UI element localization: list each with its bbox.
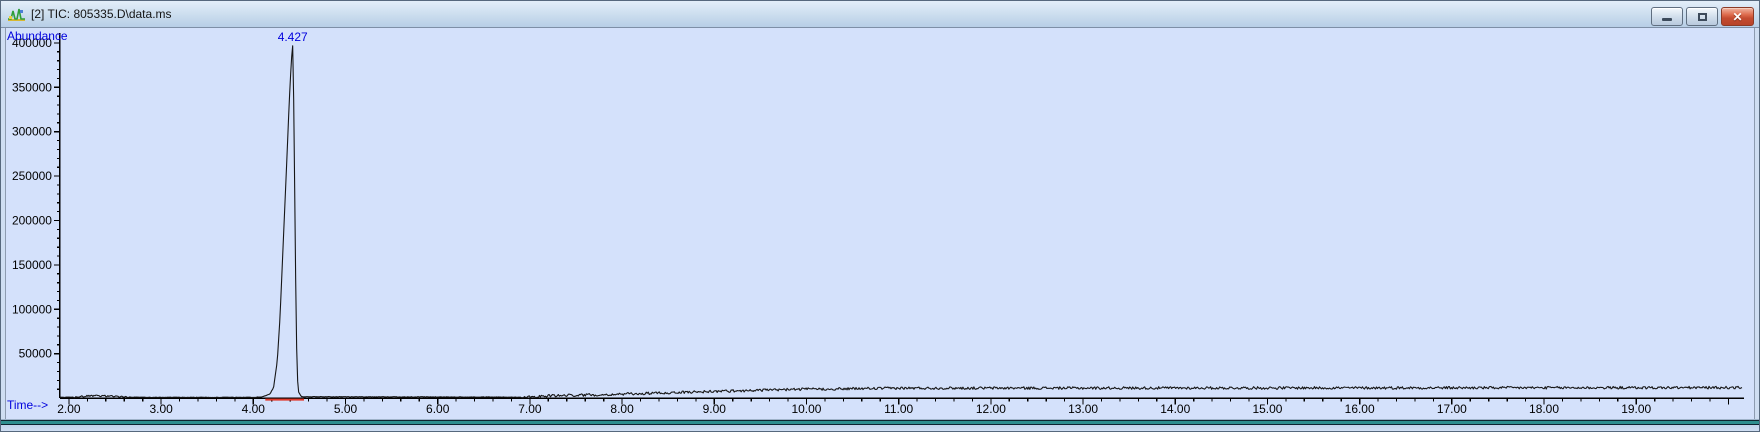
x-tick-label: 2.00 (57, 402, 81, 416)
x-tick-label: 14.00 (1160, 402, 1190, 416)
x-tick-label: 6.00 (426, 402, 450, 416)
chart-area[interactable]: 50000 100000 150000 200000 250000 300000 35000… (5, 28, 1755, 419)
window-bottom-frame (1, 419, 1759, 431)
x-tick-label: 19.00 (1621, 402, 1651, 416)
x-axis-title: Time--> (7, 398, 48, 412)
minimize-icon (1662, 18, 1672, 21)
x-tick-label: 3.00 (149, 402, 173, 416)
x-tick-label: 16.00 (1345, 402, 1375, 416)
y-axis-title: Abundance (7, 29, 68, 43)
x-axis-ticks: 2.00 3.00 4.00 5.00 6.00 7.00 8.00 9.00 10.00 11.… (57, 398, 1730, 416)
y-tick-label: 350000 (12, 80, 52, 94)
y-tick-label: 200000 (12, 214, 52, 228)
x-tick-label: 11.00 (884, 402, 913, 416)
restore-button[interactable] (1686, 7, 1718, 26)
x-tick-label: 5.00 (334, 402, 358, 416)
restore-icon (1697, 12, 1707, 21)
chromatogram-icon (8, 8, 25, 21)
y-tick-label: 250000 (12, 169, 52, 183)
minimize-button[interactable] (1651, 7, 1683, 26)
x-tick-label: 18.00 (1529, 402, 1559, 416)
titlebar[interactable]: [2] TIC: 805335.D\data.ms ✕ (1, 1, 1759, 28)
x-tick-label: 9.00 (703, 402, 727, 416)
close-icon: ✕ (1732, 9, 1743, 24)
x-tick-label: 15.00 (1252, 402, 1282, 416)
peak-rt-label: 4.427 (278, 30, 308, 44)
x-tick-label: 4.00 (242, 402, 266, 416)
x-tick-label: 10.00 (791, 402, 821, 416)
window-title: [2] TIC: 805335.D\data.ms (31, 7, 172, 21)
tic-trace (59, 45, 1743, 399)
x-tick-label: 12.00 (976, 402, 1006, 416)
tic-chromatogram-plot[interactable]: 50000 100000 150000 200000 250000 300000 35000… (6, 28, 1754, 419)
y-axis-ticks: 50000 100000 150000 200000 250000 300000 35000… (12, 33, 60, 390)
close-button[interactable]: ✕ (1721, 7, 1754, 26)
x-tick-label: 13.00 (1068, 402, 1098, 416)
y-tick-label: 300000 (12, 125, 52, 139)
y-tick-label: 150000 (12, 258, 52, 272)
y-tick-label: 100000 (12, 302, 52, 316)
x-tick-label: 8.00 (610, 402, 634, 416)
y-tick-label: 50000 (19, 347, 53, 361)
x-tick-label: 7.00 (518, 402, 542, 416)
window-controls: ✕ (1651, 7, 1754, 26)
chromatogram-window: [2] TIC: 805335.D\data.ms ✕ 50000 100000 1… (0, 0, 1760, 432)
axes (59, 32, 1745, 399)
x-tick-label: 17.00 (1437, 402, 1467, 416)
